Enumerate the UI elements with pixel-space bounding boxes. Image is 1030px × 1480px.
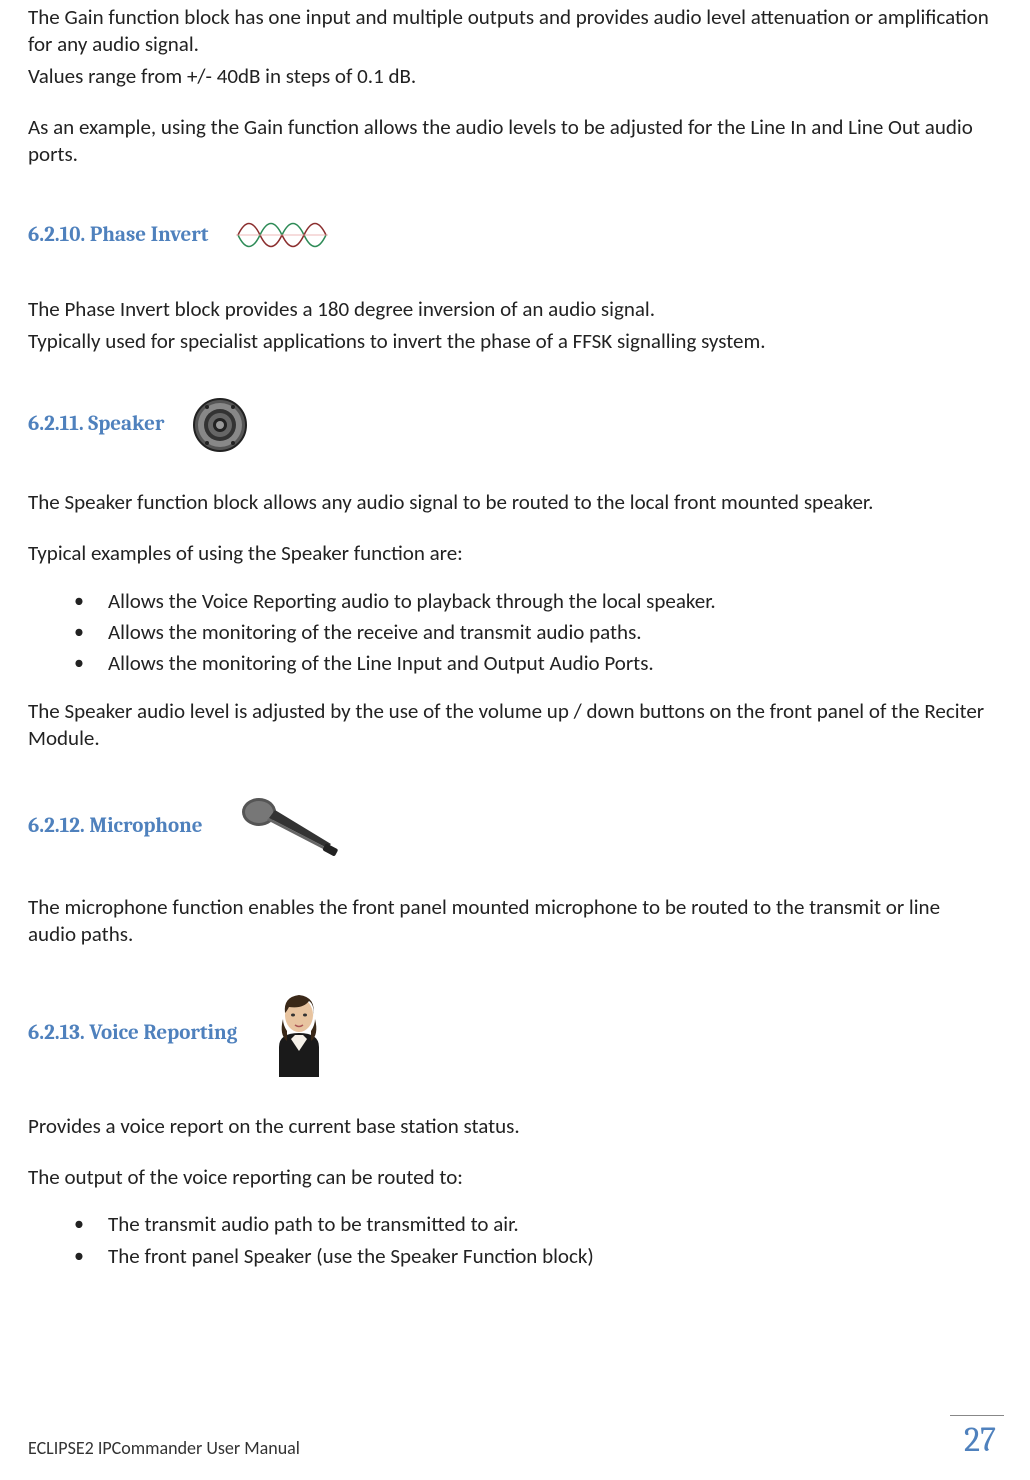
footer-page-number: 27 (950, 1415, 1004, 1462)
body-text: The output of the voice reporting can be… (28, 1164, 990, 1191)
voice-reporting-icon (265, 991, 333, 1077)
section-heading-voice-reporting: 6.2.13. Voice Reporting (28, 1020, 237, 1047)
body-text: Provides a voice report on the current b… (28, 1113, 990, 1140)
section-heading-speaker: 6.2.11. Speaker (28, 411, 164, 438)
list-item: The transmit audio path to be transmitte… (74, 1211, 990, 1238)
intro-paragraph: The Gain function block has one input an… (28, 4, 990, 59)
list-item: Allows the monitoring of the Line Input … (74, 650, 990, 677)
page-footer: ECLIPSE2 IPCommander User Manual 27 (28, 1415, 1004, 1462)
body-text: Typical examples of using the Speaker fu… (28, 540, 990, 567)
speaker-icon (192, 397, 248, 453)
bullet-list: Allows the Voice Reporting audio to play… (74, 588, 990, 678)
footer-doc-title: ECLIPSE2 IPCommander User Manual (28, 1437, 300, 1462)
list-item: Allows the Voice Reporting audio to play… (74, 588, 990, 615)
list-item: Allows the monitoring of the receive and… (74, 619, 990, 646)
section-heading-row: 6.2.13. Voice Reporting (28, 991, 990, 1077)
body-text: The microphone function enables the fron… (28, 894, 990, 949)
list-item: The front panel Speaker (use the Speaker… (74, 1243, 990, 1270)
body-text: The Phase Invert block provides a 180 de… (28, 296, 990, 323)
section-heading-row: 6.2.10. Phase Invert (28, 210, 990, 260)
body-text: The Speaker audio level is adjusted by t… (28, 698, 990, 753)
intro-paragraph: Values range from +/- 40dB in steps of 0… (28, 63, 990, 90)
section-heading-row: 6.2.11. Speaker (28, 397, 990, 453)
section-heading-phase-invert: 6.2.10. Phase Invert (28, 222, 208, 249)
intro-paragraph: As an example, using the Gain function a… (28, 114, 990, 169)
bullet-list: The transmit audio path to be transmitte… (74, 1211, 990, 1270)
phase-invert-icon (236, 210, 328, 260)
microphone-icon (231, 794, 341, 858)
section-heading-microphone: 6.2.12. Microphone (28, 813, 203, 840)
section-heading-row: 6.2.12. Microphone (28, 794, 990, 858)
body-text: Typically used for specialist applicatio… (28, 328, 990, 355)
body-text: The Speaker function block allows any au… (28, 489, 990, 516)
